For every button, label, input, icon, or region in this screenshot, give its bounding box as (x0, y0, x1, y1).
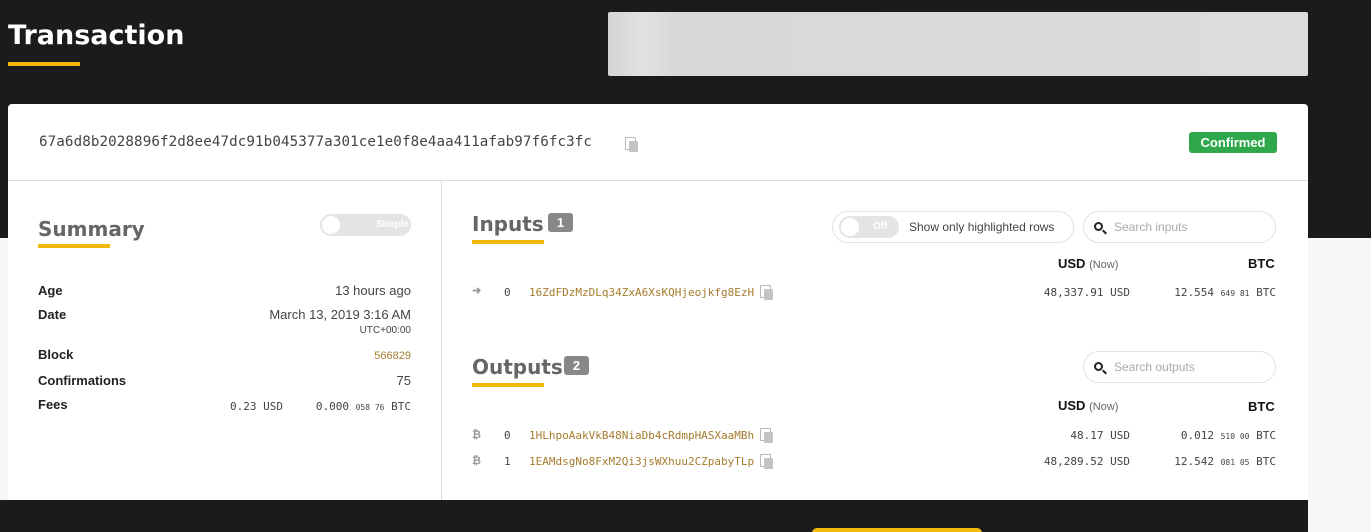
title-underline (8, 62, 80, 66)
btc-unit: BTC (1256, 429, 1276, 442)
copy-icon[interactable] (760, 428, 774, 443)
bitcoin-icon: ₿ (472, 455, 481, 467)
bitcoin-icon: ₿ (472, 429, 481, 441)
date-value: March 13, 2019 3:16 AM (269, 307, 411, 322)
output-usd: 48.17 USD (1070, 429, 1130, 442)
inputs-underline (472, 240, 544, 244)
outputs-usd-header: USD (Now) (1058, 398, 1118, 413)
btc-main: 12.554 (1174, 286, 1214, 299)
fees-usd: 0.23 USD (230, 400, 283, 413)
footer-bar (0, 500, 1308, 532)
copy-icon[interactable] (760, 454, 774, 469)
btc-tail: 081 05 (1220, 458, 1250, 467)
summary-panel: Summary Simple Age 13 hours ago Date Mar… (8, 181, 441, 500)
output-address[interactable]: 1EAMdsgNo8FxM2Qi3jsWXhuu2CZpabyTLp (529, 455, 754, 468)
output-btc: 12.542 081 05 BTC (1174, 455, 1276, 468)
usd-now-label: (Now) (1089, 401, 1119, 413)
usd-now-label: (Now) (1089, 259, 1119, 271)
fees-btc-main: 0.000 (315, 400, 349, 413)
inputs-search-placeholder: Search inputs (1114, 220, 1188, 234)
summary-rows: Age 13 hours ago Date March 13, 2019 3:1… (8, 181, 411, 500)
usd-label: USD (1058, 398, 1086, 413)
btc-unit: BTC (1256, 286, 1276, 299)
output-btc: 0.012 510 00 BTC (1181, 429, 1276, 442)
search-icon (1094, 362, 1103, 371)
outputs-search-placeholder: Search outputs (1114, 360, 1195, 374)
btc-tail: 510 00 (1220, 432, 1250, 441)
highlight-filter: Off Show only highlighted rows (832, 211, 1074, 243)
fees-btc-unit: BTC (391, 400, 411, 413)
block-label: Block (38, 347, 74, 362)
io-panel: Inputs 1 Off Show only highlighted rows … (442, 181, 1308, 500)
highlight-toggle[interactable]: Off (839, 216, 899, 238)
fees-btc-tail: 058 76 (355, 403, 385, 412)
input-address[interactable]: 16ZdFDzMzDLq34ZxA6XsKQHjeojkfg8EzH (529, 286, 754, 299)
usd-label: USD (1058, 256, 1086, 271)
input-index: 0 (504, 286, 511, 299)
input-btc: 12.554 649 81 BTC (1174, 286, 1276, 299)
outputs-search-box[interactable]: Search outputs (1083, 351, 1276, 383)
copy-icon[interactable] (760, 285, 774, 300)
inputs-count-badge: 1 (548, 213, 573, 232)
search-icon (1094, 222, 1103, 231)
output-usd: 48,289.52 USD (1043, 455, 1130, 468)
fees-btc: 0.000 058 76 BTC (316, 400, 411, 413)
btc-main: 0.012 (1180, 429, 1214, 442)
confirmations-value: 75 (396, 373, 411, 388)
toggle-label: Off (873, 221, 888, 232)
inputs-btc-header: BTC (1248, 256, 1275, 271)
input-usd: 48,337.91 USD (1043, 286, 1130, 299)
outputs-btc-header: BTC (1248, 399, 1275, 414)
age-label: Age (38, 283, 63, 298)
page-title: Transaction (8, 20, 185, 51)
btc-unit: BTC (1256, 455, 1276, 468)
age-value: 13 hours ago (335, 283, 411, 298)
output-index: 0 (504, 429, 511, 442)
fees-label: Fees (38, 397, 68, 412)
outputs-count-badge: 2 (564, 356, 589, 375)
ad-banner-placeholder (608, 12, 1308, 76)
outputs-title: Outputs (472, 355, 563, 379)
highlight-label: Show only highlighted rows (909, 220, 1055, 234)
transaction-hash[interactable]: 67a6d8b2028896f2d8ee47dc91b045377a301ce1… (39, 134, 592, 150)
input-arrow-icon: ➜ (472, 285, 482, 297)
inputs-usd-header: USD (Now) (1058, 256, 1118, 271)
toggle-knob (841, 218, 859, 236)
transaction-card: 67a6d8b2028896f2d8ee47dc91b045377a301ce1… (8, 104, 1308, 500)
footer-button-edge (812, 528, 982, 532)
outputs-underline (472, 383, 544, 387)
copy-icon[interactable] (625, 137, 639, 152)
block-link[interactable]: 566829 (374, 350, 411, 362)
output-index: 1 (504, 455, 511, 468)
inputs-search-box[interactable]: Search inputs (1083, 211, 1276, 243)
output-address[interactable]: 1HLhpoAakVkB48NiaDb4cRdmpHASXaaMBh (529, 429, 754, 442)
date-timezone: UTC+00:00 (359, 325, 411, 336)
btc-tail: 649 81 (1220, 289, 1250, 298)
status-badge: Confirmed (1189, 132, 1277, 153)
btc-main: 12.542 (1174, 455, 1214, 468)
date-label: Date (38, 307, 67, 322)
inputs-title: Inputs (472, 212, 544, 236)
confirmations-label: Confirmations (38, 373, 127, 388)
